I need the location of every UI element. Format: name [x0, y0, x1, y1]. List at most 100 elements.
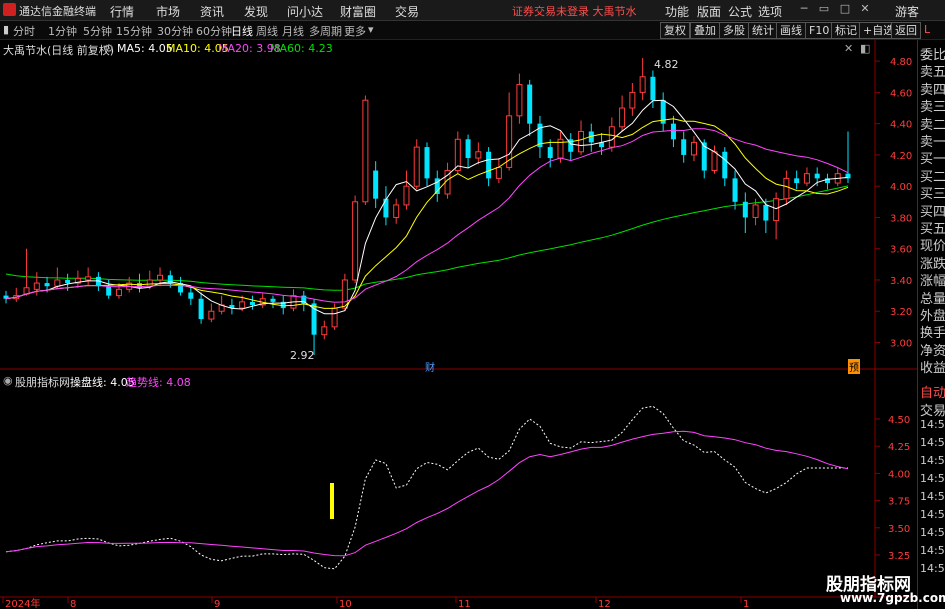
menu-gongneng[interactable]: 功能 — [665, 3, 689, 20]
tongji-button[interactable]: 统计 — [748, 22, 778, 39]
menu-gongshi[interactable]: 公式 — [728, 3, 752, 20]
period-30min[interactable]: 30分钟 — [157, 23, 193, 39]
candle[interactable] — [537, 115, 543, 159]
period-toggle-icon[interactable]: ▮ — [3, 23, 9, 36]
candle[interactable] — [280, 295, 286, 315]
candle[interactable] — [599, 133, 605, 155]
period-15min[interactable]: 15分钟 — [116, 23, 152, 39]
diejia-button[interactable]: 叠加 — [690, 22, 720, 39]
candle[interactable] — [259, 292, 266, 309]
menu-xuanxiang[interactable]: 选项 — [758, 3, 782, 20]
candle[interactable] — [783, 170, 790, 205]
candle[interactable] — [106, 279, 112, 299]
period-daily[interactable]: 日线 — [231, 23, 253, 39]
candle[interactable] — [23, 248, 30, 296]
panel-settings-icon[interactable]: ◧ — [860, 42, 870, 55]
period-more[interactable]: 更多 — [344, 23, 366, 39]
period-multi[interactable]: 多周期 — [309, 23, 342, 39]
f10-button[interactable]: F10 — [805, 22, 834, 39]
huaxian-button[interactable]: 画线 — [776, 22, 806, 39]
candle[interactable] — [742, 192, 748, 234]
candle[interactable] — [85, 267, 92, 287]
candle[interactable] — [362, 95, 369, 205]
cai-marker[interactable]: 财 — [425, 359, 435, 374]
candle[interactable] — [424, 142, 430, 187]
candle[interactable] — [711, 145, 718, 174]
menu-wenxiaoda[interactable]: 问小达 — [287, 3, 323, 20]
candle[interactable] — [794, 170, 800, 190]
candle[interactable] — [670, 115, 676, 148]
candle[interactable] — [290, 289, 297, 312]
period-1min[interactable]: 1分钟 — [48, 23, 77, 39]
candle[interactable] — [331, 303, 338, 330]
candle[interactable] — [321, 320, 328, 340]
minimize-icon[interactable]: ─ — [797, 2, 811, 16]
candle[interactable] — [136, 273, 142, 293]
candle[interactable] — [495, 158, 502, 184]
menu-zixun[interactable]: 资讯 — [200, 3, 224, 20]
candle[interactable] — [188, 286, 194, 305]
duogu-button[interactable]: 多股 — [719, 22, 749, 39]
candle[interactable] — [732, 170, 738, 210]
menu-jiaoyi[interactable]: 交易 — [395, 3, 419, 20]
candle[interactable] — [568, 133, 574, 162]
candle[interactable] — [629, 83, 636, 116]
candle[interactable] — [352, 195, 359, 284]
period-fenshi[interactable]: 分时 — [13, 23, 35, 39]
trade-tab-1[interactable]: 交易 — [920, 400, 945, 419]
candle[interactable] — [403, 170, 410, 210]
login-notice[interactable]: 证券交易未登录 大禹节水 — [512, 3, 637, 19]
candle[interactable] — [486, 147, 492, 187]
menu-banmian[interactable]: 版面 — [697, 3, 721, 20]
period-weekly[interactable]: 周线 — [256, 23, 278, 39]
guest-label[interactable]: 游客 — [895, 3, 919, 20]
candle[interactable] — [413, 139, 420, 190]
back-button[interactable]: 返回 — [891, 22, 921, 39]
menu-hangqing[interactable]: 行情 — [110, 3, 134, 20]
candle[interactable] — [834, 167, 841, 187]
period-5min[interactable]: 5分钟 — [83, 23, 112, 39]
maximize-icon[interactable]: □ — [838, 2, 852, 16]
gear-icon[interactable]: ⚙ — [104, 42, 114, 55]
layout-l-icon[interactable]: L — [924, 23, 930, 36]
candle[interactable] — [208, 303, 215, 323]
menu-caifuquan[interactable]: 财富圈 — [340, 3, 376, 20]
candle[interactable] — [516, 73, 523, 124]
indicator-toggle-icon[interactable]: ◉ — [3, 374, 13, 387]
candle[interactable] — [547, 139, 553, 168]
yu-marker[interactable]: 预 — [848, 359, 860, 374]
chevron-down-icon[interactable]: ▾ — [368, 23, 374, 36]
restore-icon[interactable]: ▭ — [817, 2, 831, 16]
fuquan-button[interactable]: 复权 — [660, 22, 690, 39]
candle[interactable] — [444, 162, 451, 199]
kline-chart[interactable]: 4.80 4.60 4.40 4.20 4.00 3.80 3.60 3.40 3.20 3.00… — [0, 40, 917, 609]
close-icon[interactable]: ✕ — [858, 2, 872, 16]
candle[interactable] — [639, 58, 646, 101]
candle[interactable] — [198, 292, 204, 324]
candle[interactable] — [13, 287, 20, 302]
candle[interactable] — [690, 136, 697, 162]
candle[interactable] — [465, 134, 471, 168]
trade-tab-0[interactable]: 自动 — [920, 382, 945, 401]
candle[interactable] — [393, 198, 400, 224]
candle[interactable] — [824, 173, 830, 190]
candle[interactable] — [229, 298, 235, 315]
period-60min[interactable]: 60分钟 — [196, 23, 232, 39]
candle[interactable] — [527, 79, 533, 137]
candle[interactable] — [74, 270, 81, 288]
candle[interactable] — [434, 170, 440, 202]
biaoji-button[interactable]: 标记 — [831, 22, 861, 39]
candle[interactable] — [722, 147, 728, 187]
candle[interactable] — [373, 161, 379, 209]
candle[interactable] — [3, 290, 9, 304]
candle[interactable] — [701, 139, 707, 179]
candle[interactable] — [773, 192, 780, 240]
candle[interactable] — [270, 295, 276, 309]
menu-faxian[interactable]: 发现 — [244, 3, 268, 20]
candle[interactable] — [475, 142, 482, 165]
candle[interactable] — [578, 120, 585, 155]
candle[interactable] — [681, 131, 687, 163]
candle[interactable] — [588, 123, 594, 152]
candle[interactable] — [660, 92, 666, 132]
menu-shichang[interactable]: 市场 — [156, 3, 180, 20]
